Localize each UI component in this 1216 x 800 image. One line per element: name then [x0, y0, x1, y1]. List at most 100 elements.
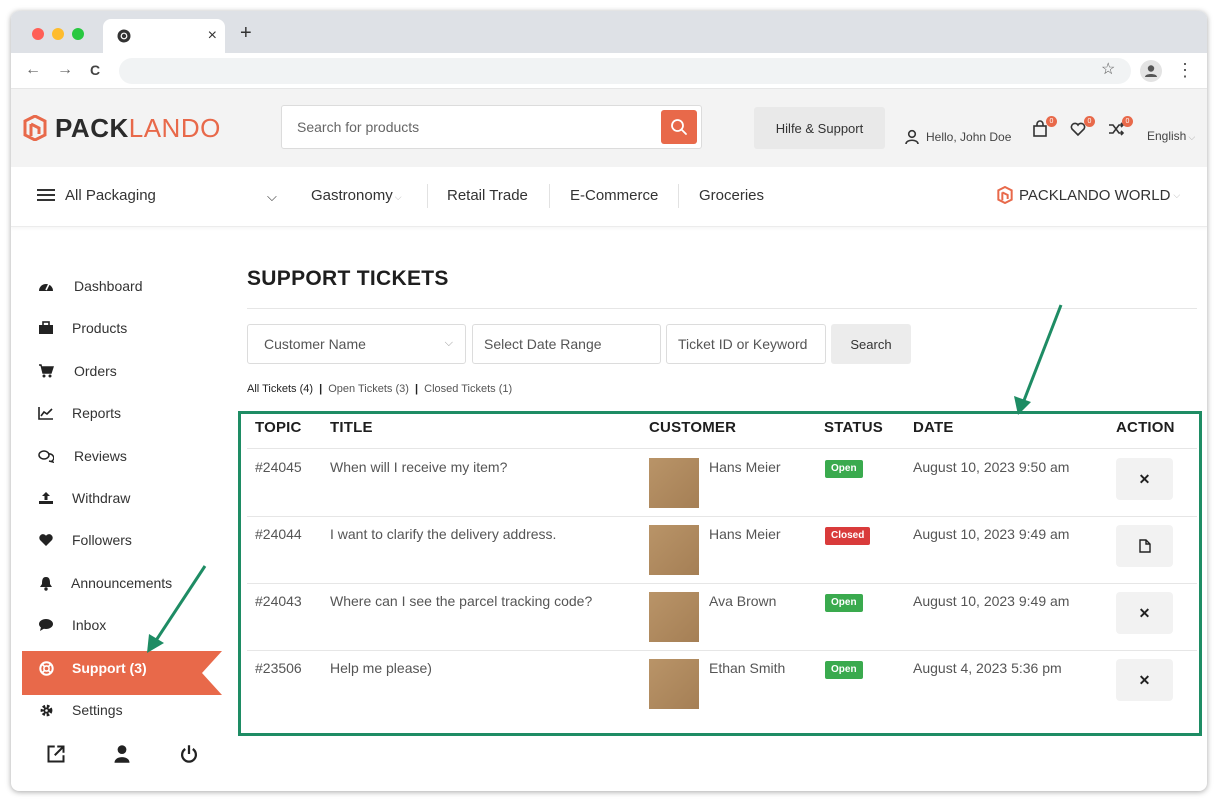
all-tickets-link[interactable]: All Tickets (4)	[247, 383, 313, 395]
filter-search-button[interactable]: Search	[831, 324, 911, 364]
language-label: English	[1147, 129, 1187, 143]
sidebar-item-settings[interactable]: Settings	[11, 694, 221, 726]
row-divider	[247, 650, 1197, 651]
all-packaging-label: All Packaging	[65, 186, 156, 204]
ticket-topic[interactable]: #24045	[255, 459, 302, 475]
cart-button[interactable]: 0	[1031, 116, 1057, 140]
close-icon: ✕	[1138, 604, 1151, 621]
status-badge: Open	[825, 661, 863, 679]
packlando-logo[interactable]: PACK LANDO	[23, 113, 221, 143]
date-range-placeholder: Select Date Range	[484, 336, 602, 352]
nav-item-label: E-Commerce	[570, 187, 659, 204]
sidebar-item-label: Withdraw	[72, 490, 131, 506]
url-input[interactable]	[119, 58, 1131, 84]
help-support-button[interactable]: Hilfe & Support	[754, 107, 885, 149]
chevron-down-icon: ⌵	[444, 337, 453, 349]
minimize-window-button[interactable]	[52, 28, 64, 40]
customer-name-value: Customer Name	[264, 336, 366, 352]
row-divider	[247, 583, 1197, 584]
ticket-title[interactable]: Where can I see the parcel tracking code…	[330, 593, 592, 609]
product-search	[281, 105, 702, 149]
upload-icon	[37, 489, 55, 507]
gear-icon	[37, 701, 55, 719]
keyword-field[interactable]: Ticket ID or Keyword	[666, 324, 826, 364]
packlando-world-menu[interactable]: PACKLANDO WORLD ⌵	[997, 186, 1180, 204]
reload-icon[interactable]: C	[90, 61, 100, 79]
bookmark-star-icon[interactable]: ☆	[1101, 61, 1115, 79]
sidebar-item-label: Orders	[74, 363, 117, 379]
customer-name: Hans Meier	[709, 459, 781, 475]
ticket-title[interactable]: When will I receive my item?	[330, 459, 507, 475]
ticket-title[interactable]: Help me please)	[330, 660, 432, 676]
profile-avatar[interactable]	[1140, 60, 1162, 82]
briefcase-icon	[37, 319, 55, 337]
ticket-topic[interactable]: #23506	[255, 660, 302, 676]
packlando-logo-icon	[23, 115, 47, 141]
ticket-date: August 10, 2023 9:49 am	[913, 526, 1070, 542]
ticket-filter-links: All Tickets (4) | Open Tickets (3) | Clo…	[247, 383, 512, 395]
ticket-topic[interactable]: #24043	[255, 593, 302, 609]
customer-name: Ava Brown	[709, 593, 777, 609]
sidebar-item-followers[interactable]: Followers	[11, 524, 221, 556]
sidebar-item-dashboard[interactable]: Dashboard	[11, 270, 221, 302]
close-ticket-button[interactable]: ✕	[1116, 659, 1173, 701]
browser-tab[interactable]: ×	[103, 19, 225, 53]
customer-name: Hans Meier	[709, 526, 781, 542]
closed-tickets-link[interactable]: Closed Tickets (1)	[424, 383, 512, 395]
sidebar-item-reports[interactable]: Reports	[11, 397, 221, 429]
back-icon[interactable]: ←	[25, 61, 41, 79]
new-tab-button[interactable]: +	[240, 23, 252, 43]
keyword-placeholder: Ticket ID or Keyword	[678, 336, 808, 352]
language-selector[interactable]: English ⌵	[1147, 129, 1195, 143]
power-icon[interactable]	[179, 744, 199, 764]
date-range-field[interactable]: Select Date Range	[472, 324, 661, 364]
logo-text-light: LANDO	[128, 112, 221, 143]
user-account[interactable]: Hello, John Doe	[904, 129, 1011, 145]
wishlist-button[interactable]: 0	[1069, 116, 1095, 140]
external-link-icon[interactable]	[46, 744, 66, 764]
maximize-window-button[interactable]	[72, 28, 84, 40]
sidebar-item-reviews[interactable]: Reviews	[11, 440, 221, 472]
customer-name-select[interactable]: Customer Name ⌵	[247, 324, 466, 364]
nav-item-groceries[interactable]: Groceries	[699, 187, 764, 204]
address-bar: ← → C ☆ ⋮	[11, 53, 1207, 89]
view-ticket-button[interactable]	[1116, 525, 1173, 567]
sidebar-item-label: Inbox	[72, 617, 107, 633]
lifebuoy-icon	[37, 659, 55, 677]
all-packaging-menu[interactable]: All Packaging	[37, 186, 156, 204]
cart-icon	[37, 362, 55, 380]
nav-item-e-commerce[interactable]: E-Commerce	[570, 187, 658, 204]
open-tickets-link[interactable]: Open Tickets (3)	[328, 383, 409, 395]
sidebar-item-support[interactable]: Support (3)	[11, 652, 221, 684]
tachometer-icon	[37, 277, 55, 295]
search-input[interactable]	[282, 106, 662, 148]
hamburger-icon	[37, 186, 55, 204]
close-ticket-button[interactable]: ✕	[1116, 458, 1173, 500]
chart-icon	[37, 404, 55, 422]
compare-button[interactable]: 0	[1107, 116, 1133, 140]
tab-close-button[interactable]: ×	[208, 27, 217, 45]
browser-window: × + ← → C ☆ ⋮ PACK LANDO Search for prod…	[11, 11, 1207, 791]
chevron-down-icon[interactable]: ⌵	[267, 189, 277, 205]
nav-item-label: Retail Trade	[447, 187, 528, 204]
search-button[interactable]	[661, 110, 697, 144]
close-window-button[interactable]	[32, 28, 44, 40]
close-icon: ✕	[1138, 470, 1151, 487]
person-icon	[1145, 65, 1157, 77]
sidebar-item-withdraw[interactable]: Withdraw	[11, 482, 221, 514]
nav-item-retail-trade[interactable]: Retail Trade	[447, 187, 528, 204]
column-header-title: TITLE	[330, 419, 373, 436]
ticket-title[interactable]: I want to clarify the delivery address.	[330, 526, 556, 542]
sidebar-item-label: Followers	[72, 532, 132, 548]
close-ticket-button[interactable]: ✕	[1116, 592, 1173, 634]
sidebar-item-products[interactable]: Products	[11, 312, 221, 344]
sidebar-item-inbox[interactable]: Inbox	[11, 609, 221, 641]
nav-item-gastronomy[interactable]: Gastronomy ⌵	[311, 187, 402, 204]
forward-icon[interactable]: →	[57, 61, 73, 79]
user-profile-icon[interactable]	[112, 744, 132, 764]
browser-menu-icon[interactable]: ⋮	[1176, 60, 1194, 80]
ticket-topic[interactable]: #24044	[255, 526, 302, 542]
sidebar-item-announcements[interactable]: Announcements	[11, 567, 221, 599]
sidebar-item-orders[interactable]: Orders	[11, 355, 221, 387]
close-icon: ✕	[1138, 671, 1151, 688]
